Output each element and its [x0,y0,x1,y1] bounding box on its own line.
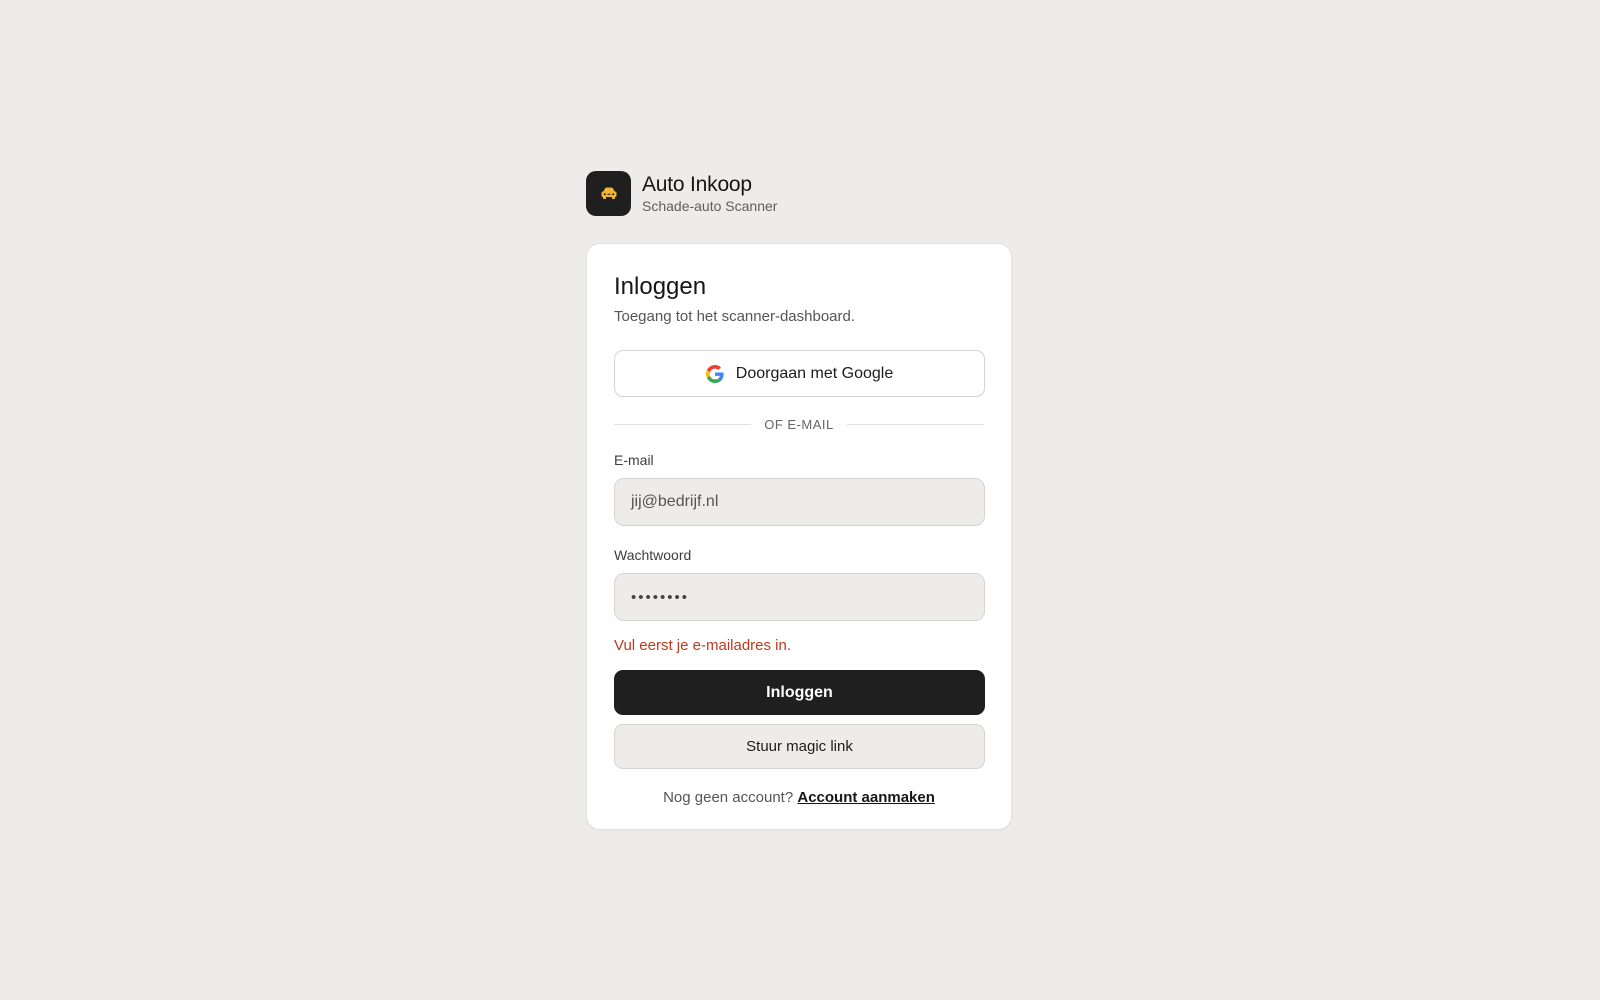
password-field[interactable]: •••••••• [614,573,985,621]
email-field[interactable]: jij@bedrijf.nl [614,478,985,526]
google-button-label: Doorgaan met Google [735,364,894,382]
divider-label: OF E-MAIL [764,416,834,432]
error-message: Vul eerst je e-mailadres in. [614,637,792,654]
page-title: Inloggen [614,273,707,300]
google-signin-button[interactable]: Doorgaan met Google [614,350,985,397]
login-card: Inloggen Toegang tot het scanner-dashboa… [586,243,1012,830]
signup-link[interactable]: Account aanmaken [797,789,935,806]
brand-logo [586,170,631,216]
login-button[interactable]: Inloggen [614,670,985,715]
page-subtitle: Toegang tot het scanner-dashboard. [614,308,856,325]
email-label: E-mail [614,452,654,468]
signup-prompt: Nog geen account? [663,789,794,806]
divider: OF E-MAIL [614,416,985,432]
password-label: Wachtwoord [614,547,692,563]
brand-title: Auto Inkoop [642,172,752,196]
login-container: Auto Inkoop Schade-auto Scanner Inloggen… [586,170,1012,830]
magic-link-button[interactable]: Stuur magic link [614,724,985,769]
google-icon [705,364,724,383]
brand-subtitle: Schade-auto Scanner [642,197,778,214]
email-value: jij@bedrijf.nl [631,493,719,510]
password-value: •••••••• [631,588,690,606]
signup-row: Nog geen account? Account aanmaken [614,789,984,806]
brand-header: Auto Inkoop Schade-auto Scanner [586,170,1012,216]
car-icon [601,187,616,199]
